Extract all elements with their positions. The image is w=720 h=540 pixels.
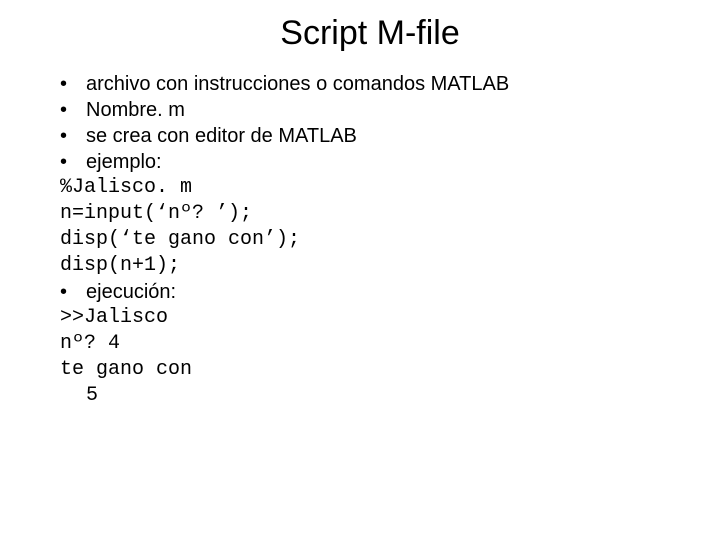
bullet-icon: • bbox=[60, 71, 86, 97]
code-text: >>Jalisco bbox=[60, 305, 168, 331]
bullet-text: ejemplo: bbox=[86, 149, 162, 175]
code-text: n=input(‘nº? ’); bbox=[60, 201, 252, 227]
bullet-icon: • bbox=[60, 279, 86, 305]
code-text: nº? 4 bbox=[60, 331, 120, 357]
code-text: te gano con bbox=[60, 357, 192, 383]
code-line: te gano con bbox=[60, 357, 680, 383]
code-text: 5 bbox=[86, 383, 98, 409]
slide: Script M-file • archivo con instruccione… bbox=[0, 0, 720, 540]
code-text: disp(‘te gano con’); bbox=[60, 227, 300, 253]
bullet-item: • Nombre. m bbox=[60, 97, 680, 123]
code-line: %Jalisco. m bbox=[60, 175, 680, 201]
bullet-text: archivo con instrucciones o comandos MAT… bbox=[86, 71, 509, 97]
code-text: %Jalisco. m bbox=[60, 175, 192, 201]
code-line: n=input(‘nº? ’); bbox=[60, 201, 680, 227]
code-line: nº? 4 bbox=[60, 331, 680, 357]
bullet-text: se crea con editor de MATLAB bbox=[86, 123, 357, 149]
bullet-text: Nombre. m bbox=[86, 97, 185, 123]
slide-title: Script M-file bbox=[60, 14, 680, 53]
bullet-item: • archivo con instrucciones o comandos M… bbox=[60, 71, 680, 97]
code-line: disp(‘te gano con’); bbox=[60, 227, 680, 253]
code-line: >>Jalisco bbox=[60, 305, 680, 331]
bullet-text: ejecución: bbox=[86, 279, 176, 305]
code-line: 5 bbox=[60, 383, 680, 409]
bullet-icon: • bbox=[60, 123, 86, 149]
bullet-item: • ejecución: bbox=[60, 279, 680, 305]
bullet-item: • se crea con editor de MATLAB bbox=[60, 123, 680, 149]
code-text: disp(n+1); bbox=[60, 253, 180, 279]
bullet-icon: • bbox=[60, 149, 86, 175]
bullet-icon: • bbox=[60, 97, 86, 123]
code-line: disp(n+1); bbox=[60, 253, 680, 279]
slide-body: • archivo con instrucciones o comandos M… bbox=[60, 71, 680, 409]
bullet-item: • ejemplo: bbox=[60, 149, 680, 175]
